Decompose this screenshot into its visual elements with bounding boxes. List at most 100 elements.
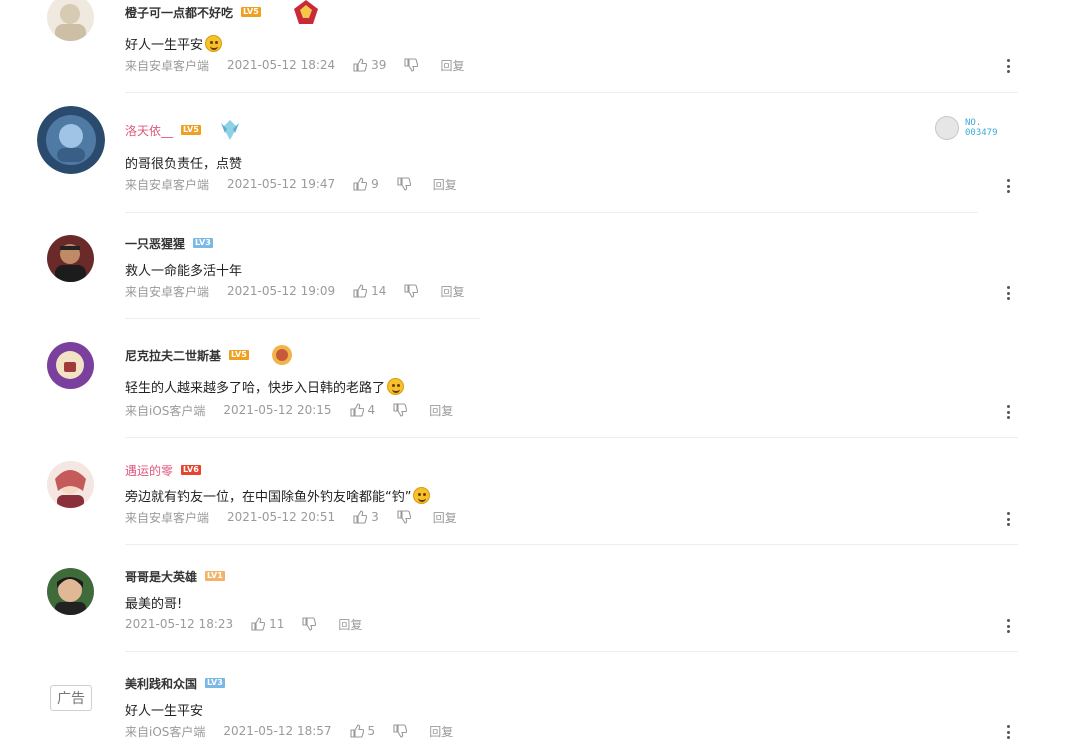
reply-button[interactable]: 回复	[429, 402, 453, 419]
like-button[interactable]: 14	[353, 284, 386, 298]
medal-icon	[293, 0, 319, 25]
level-badge: LV5	[241, 7, 261, 17]
dislike-button[interactable]	[393, 403, 408, 417]
reply-button[interactable]: 回复	[433, 176, 457, 193]
like-icon	[349, 724, 364, 738]
dislike-button[interactable]	[302, 617, 317, 631]
dislike-button[interactable]	[404, 284, 419, 298]
robot-icon	[935, 116, 959, 140]
like-icon	[349, 403, 364, 417]
reply-button[interactable]: 回复	[440, 57, 464, 74]
timestamp: 2021-05-12 20:51	[227, 510, 336, 524]
comment-text: 救人一命能多活十年	[125, 264, 243, 279]
reply-button[interactable]: 回复	[433, 509, 457, 526]
emoji-icon	[413, 487, 431, 504]
source-label: 来自安卓客户端	[125, 177, 210, 192]
username[interactable]: 尼克拉夫二世斯基	[125, 347, 221, 364]
source-label: 来自安卓客户端	[125, 510, 210, 525]
more-icon[interactable]	[1005, 619, 1011, 633]
more-icon[interactable]	[1005, 725, 1011, 739]
source-label: 来自安卓客户端	[125, 58, 210, 73]
timestamp: 2021-05-12 19:09	[227, 284, 336, 298]
username[interactable]: 橙子可一点都不好吃	[125, 4, 233, 21]
medal-icon	[271, 344, 293, 366]
dislike-icon	[302, 617, 317, 631]
like-count: 3	[371, 510, 379, 524]
like-icon	[353, 510, 368, 524]
like-icon	[353, 177, 368, 191]
more-icon[interactable]	[1005, 286, 1011, 300]
more-icon[interactable]	[1005, 59, 1011, 73]
avatar[interactable]	[47, 0, 94, 41]
ad-label: 广告	[50, 685, 92, 711]
username[interactable]: 美利践和众国	[125, 675, 197, 692]
like-button[interactable]: 9	[353, 177, 379, 191]
divider	[125, 651, 1018, 652]
avatar[interactable]	[47, 461, 94, 508]
username[interactable]: 一只恶猩猩	[125, 235, 185, 252]
fan-number: NO. 003479	[965, 118, 998, 138]
level-badge: LV5	[181, 125, 201, 135]
dislike-icon	[397, 177, 411, 191]
dislike-button[interactable]	[404, 58, 419, 72]
avatar[interactable]	[47, 235, 94, 282]
timestamp: 2021-05-12 18:57	[223, 724, 332, 738]
more-icon[interactable]	[1005, 405, 1011, 419]
reply-button[interactable]: 回复	[429, 723, 453, 740]
divider	[125, 212, 978, 213]
dislike-button[interactable]	[393, 724, 408, 738]
username[interactable]: 洛天依__	[125, 122, 173, 139]
like-count: 11	[269, 617, 285, 631]
dislike-icon	[404, 284, 419, 298]
dislike-button[interactable]	[397, 510, 411, 524]
dislike-icon	[393, 724, 408, 738]
dislike-button[interactable]	[397, 177, 411, 191]
avatar[interactable]	[47, 568, 94, 615]
dislike-icon	[404, 58, 419, 72]
timestamp: 2021-05-12 18:24	[227, 58, 336, 72]
like-count: 39	[371, 58, 387, 72]
dislike-icon	[397, 510, 411, 524]
like-button[interactable]: 5	[349, 724, 376, 738]
timestamp: 2021-05-12 20:15	[223, 403, 332, 417]
reply-button[interactable]: 回复	[440, 283, 464, 300]
reply-button[interactable]: 回复	[338, 616, 362, 633]
source-label: 来自iOS客户端	[125, 724, 206, 739]
level-badge: LV5	[229, 350, 249, 360]
comment-text: 的哥很负责任，点赞	[125, 157, 243, 172]
level-badge: LV3	[193, 238, 213, 248]
divider	[125, 92, 1018, 93]
comment-text: 好人一生平安	[125, 704, 204, 719]
like-button[interactable]: 39	[353, 58, 386, 72]
like-icon	[353, 284, 368, 298]
divider	[125, 437, 1018, 438]
medal-icon	[217, 117, 243, 143]
divider	[125, 318, 480, 319]
like-count: 5	[367, 724, 376, 738]
like-count: 9	[371, 177, 379, 191]
comment-text: 旁边就有钓友一位，在中国除鱼外钓友啥都能“钓”	[125, 490, 412, 505]
like-count: 14	[371, 284, 387, 298]
level-badge: LV1	[205, 571, 225, 581]
like-button[interactable]: 4	[349, 403, 375, 417]
more-icon[interactable]	[1005, 512, 1011, 526]
like-icon	[353, 58, 368, 72]
level-badge: LV3	[205, 678, 225, 688]
timestamp: 2021-05-12 19:47	[227, 177, 336, 191]
like-button[interactable]: 3	[353, 510, 379, 524]
like-button[interactable]: 11	[251, 617, 284, 631]
like-icon	[251, 617, 266, 631]
avatar[interactable]	[37, 106, 105, 174]
timestamp: 2021-05-12 18:23	[125, 617, 234, 631]
more-icon[interactable]	[1005, 179, 1011, 193]
emoji-icon	[387, 378, 405, 395]
divider	[125, 544, 1018, 545]
username[interactable]: 遇运的零	[125, 462, 173, 479]
level-badge: LV6	[181, 465, 201, 475]
comment-text: 好人一生平安	[125, 38, 204, 53]
source-label: 来自安卓客户端	[125, 284, 210, 299]
avatar[interactable]	[47, 342, 94, 389]
source-label: 来自iOS客户端	[125, 403, 206, 418]
comment-text: 最美的哥!	[125, 597, 183, 612]
username[interactable]: 哥哥是大英雄	[125, 568, 197, 585]
